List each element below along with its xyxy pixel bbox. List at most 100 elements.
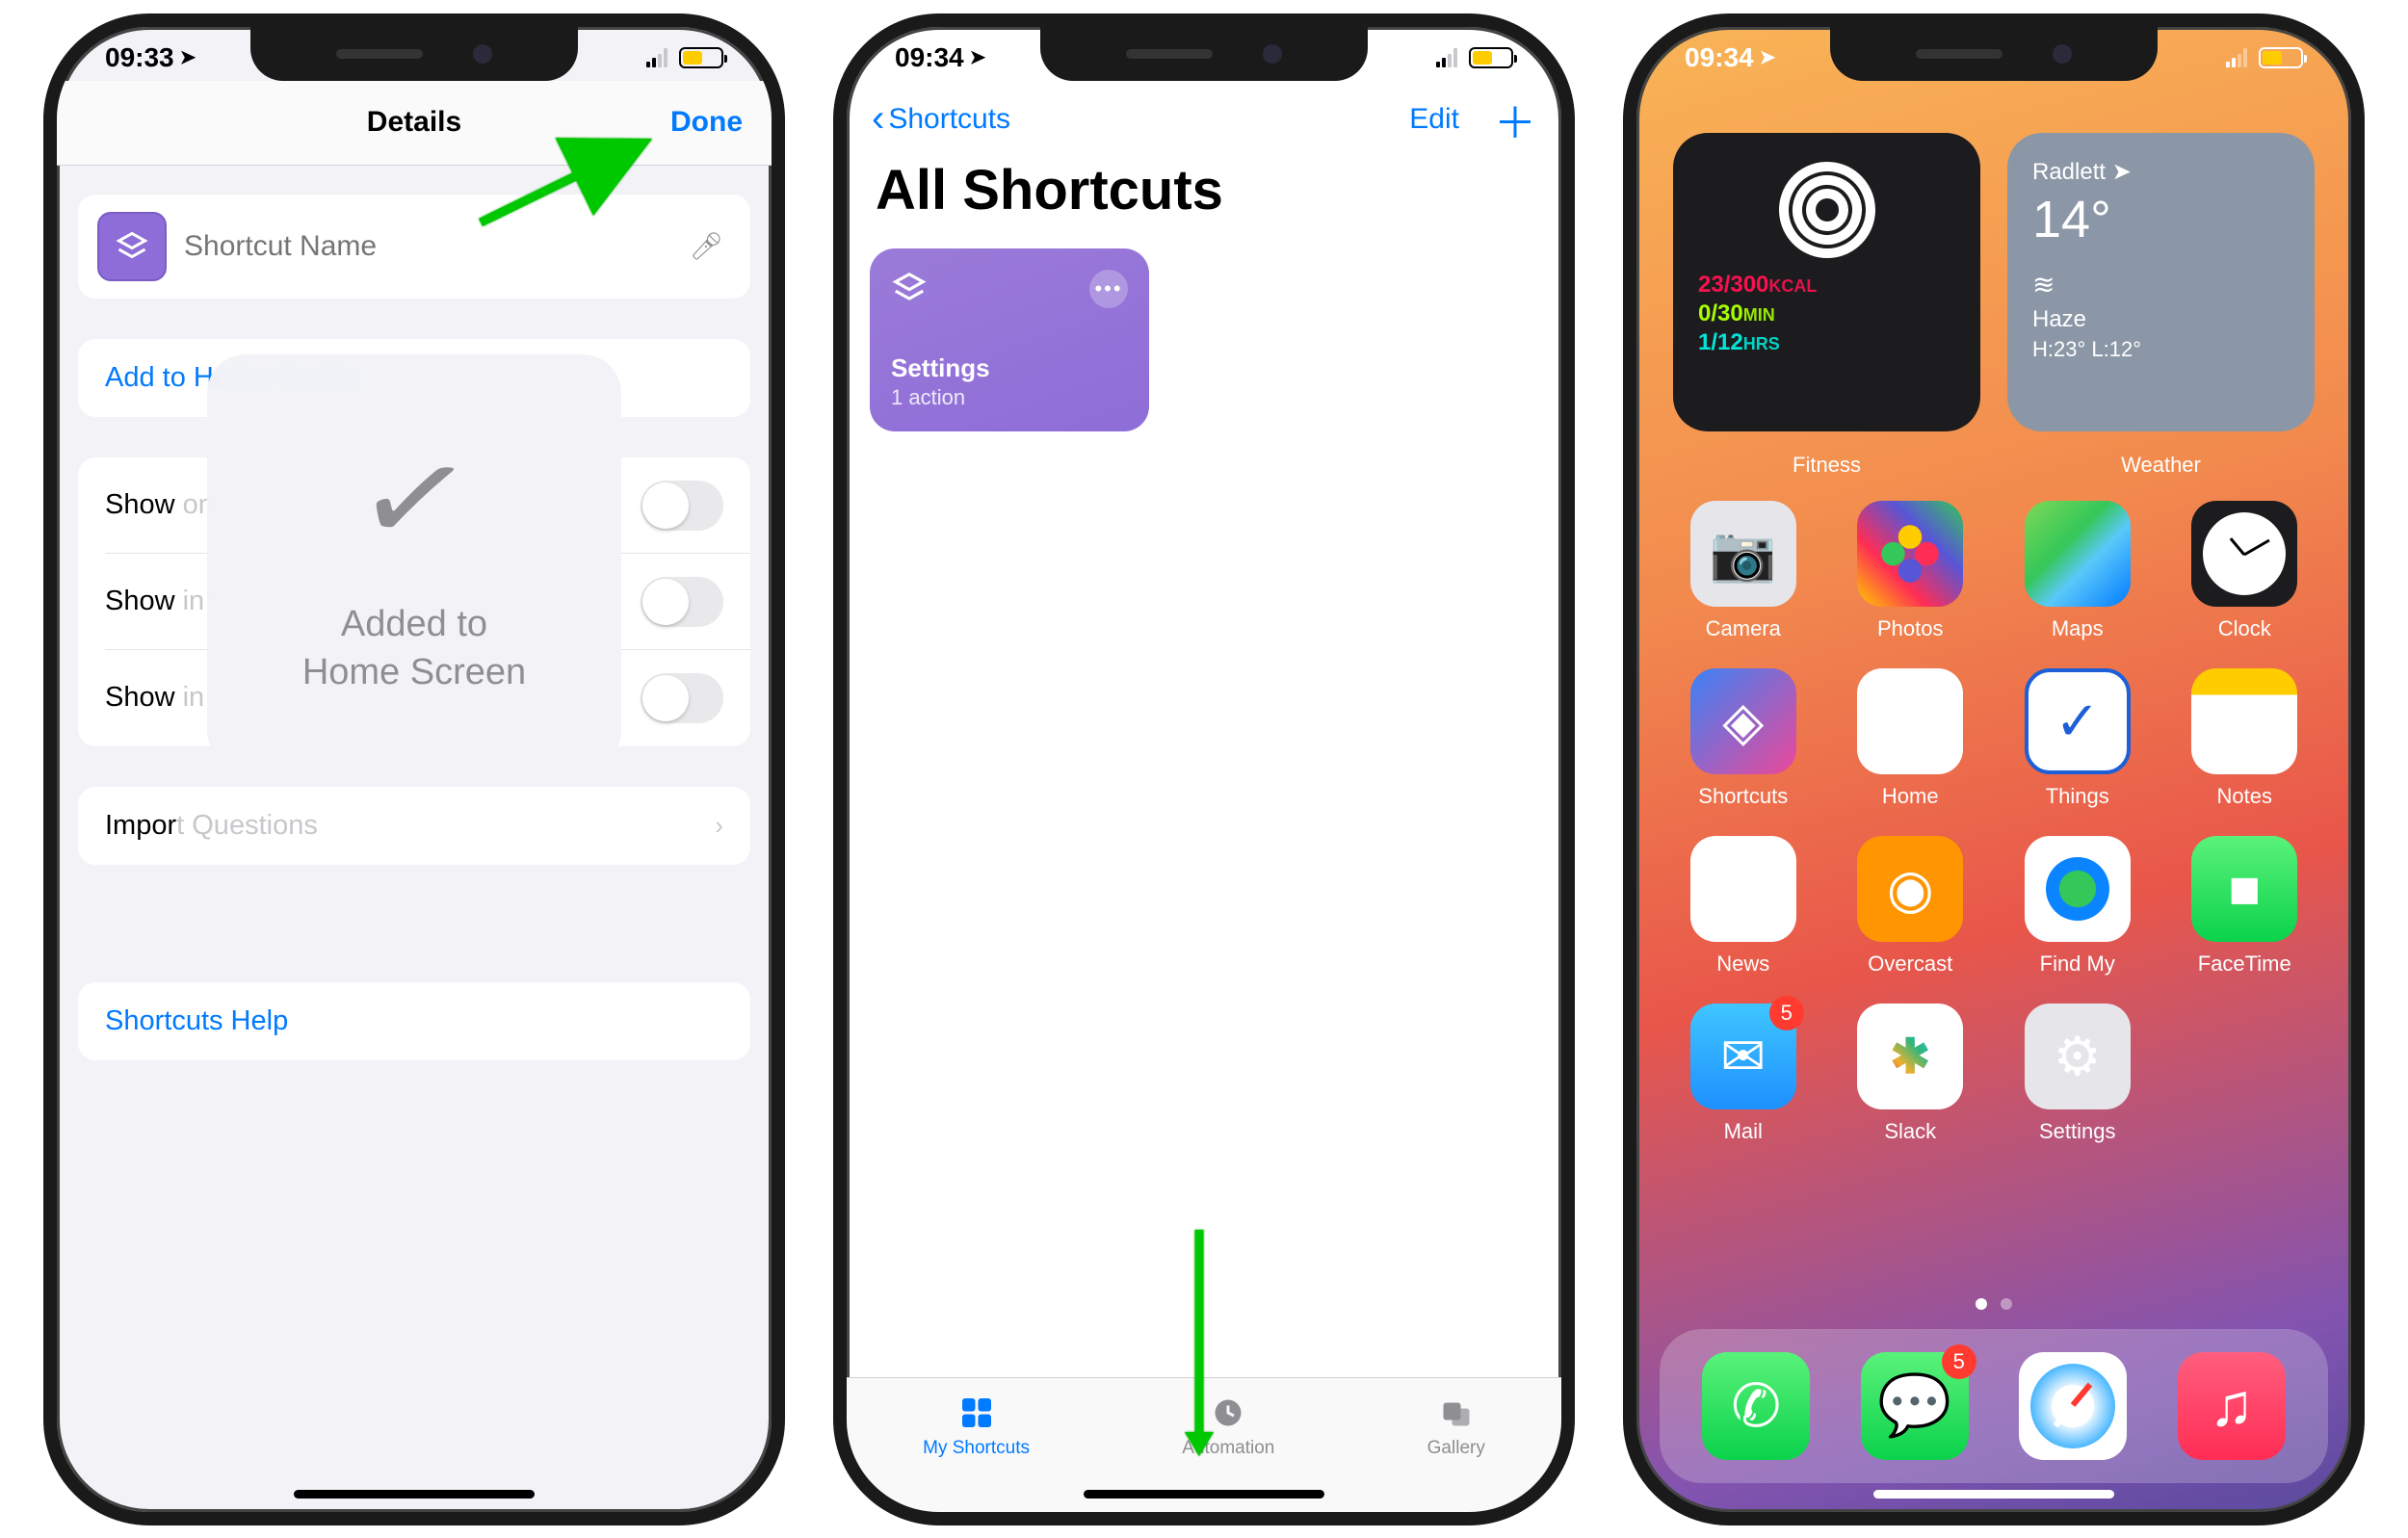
- app-label: Settings: [2039, 1119, 2116, 1144]
- toggle-sleep-mode[interactable]: [641, 673, 723, 723]
- notch: [250, 27, 578, 81]
- app-icon: ■: [2191, 836, 2297, 942]
- app-icon: [2025, 836, 2131, 942]
- annotation-arrow: [471, 131, 664, 242]
- tile-more-button[interactable]: •••: [1089, 270, 1128, 308]
- weather-widget[interactable]: Radlett ➤ 14° ≋ Haze H:23° L:12°: [2007, 133, 2315, 431]
- location-icon: ➤: [180, 45, 196, 69]
- app-label: Clock: [2218, 616, 2271, 641]
- dock-app-phone[interactable]: ✆: [1702, 1352, 1810, 1460]
- import-questions-row[interactable]: Import Questions›: [78, 787, 750, 865]
- phone-home-screen: 09:34➤ 23/300KCAL 0/30MIN 1/12HRS Radlet…: [1623, 13, 2365, 1525]
- chevron-right-icon: ›: [715, 811, 723, 841]
- app-label: Maps: [2052, 616, 2104, 641]
- app-maps[interactable]: Maps: [2007, 501, 2148, 641]
- app-clock[interactable]: Clock: [2175, 501, 2316, 641]
- fitness-label: Fitness: [1673, 453, 1980, 478]
- home-indicator[interactable]: [1084, 1490, 1324, 1499]
- app-label: Notes: [2217, 784, 2272, 809]
- app-home[interactable]: ⌂ Home: [1841, 668, 1981, 809]
- app-label: Home: [1882, 784, 1939, 809]
- navbar: ‹Shortcuts Edit ＋: [847, 81, 1561, 158]
- shortcut-icon: [891, 270, 928, 306]
- annotation-arrow: [1161, 1220, 1238, 1466]
- dock: ✆ 💬5 ♫: [1660, 1329, 2328, 1483]
- status-time: 09:34: [1685, 42, 1754, 73]
- app-icon: 📷: [1690, 501, 1796, 607]
- app-facetime[interactable]: ■ FaceTime: [2175, 836, 2316, 977]
- app-find-my[interactable]: Find My: [2007, 836, 2148, 977]
- dock-app-music[interactable]: ♫: [2178, 1352, 2286, 1460]
- app-label: Slack: [1884, 1119, 1936, 1144]
- battery-icon: [679, 47, 723, 68]
- shortcuts-help-button[interactable]: Shortcuts Help: [78, 982, 750, 1060]
- app-icon: [2191, 668, 2297, 774]
- chevron-left-icon: ‹: [872, 97, 884, 141]
- shortcut-icon[interactable]: [97, 212, 167, 281]
- cellular-icon: [1436, 48, 1457, 67]
- app-icon: [1857, 501, 1963, 607]
- app-grid: 📷Camera Photos Maps Clock ◈Shortcuts ⌂ Home ✓Th…: [1673, 501, 2315, 1144]
- toggle-apple-watch[interactable]: [641, 481, 723, 531]
- shortcut-tile-settings[interactable]: ••• Settings1 action: [870, 248, 1149, 431]
- location-icon: ➤: [1760, 45, 1776, 69]
- grid-icon: [955, 1392, 998, 1434]
- nav-title: Details: [367, 106, 461, 139]
- cellular-icon: [2226, 48, 2247, 67]
- toggle-share-sheet[interactable]: [641, 577, 723, 627]
- navbar: Details Done: [57, 81, 772, 166]
- badge: 5: [1769, 996, 1804, 1030]
- added-toast: ✓ Added toHome Screen: [207, 354, 621, 769]
- notch: [1040, 27, 1368, 81]
- app-label: FaceTime: [2198, 951, 2291, 977]
- done-button[interactable]: Done: [670, 106, 743, 139]
- app-icon: ⌂: [1857, 668, 1963, 774]
- status-time: 09:33: [105, 42, 174, 73]
- app-notes[interactable]: Notes: [2175, 668, 2316, 809]
- app-icon: ◈: [1690, 668, 1796, 774]
- app-icon: [2191, 501, 2297, 607]
- widgets-row: 23/300KCAL 0/30MIN 1/12HRS Radlett ➤ 14°…: [1673, 133, 2315, 431]
- phone-details-screen: 09:33➤ Details Done 🎤︎ Add to Home Scree…: [43, 13, 785, 1525]
- dock-app-messages[interactable]: 💬5: [1861, 1352, 1969, 1460]
- weather-label: Weather: [2007, 453, 2315, 478]
- dock-app-safari[interactable]: [2019, 1352, 2127, 1460]
- app-icon: ◉: [1857, 836, 1963, 942]
- app-label: News: [1716, 951, 1769, 977]
- app-label: Mail: [1724, 1119, 1763, 1144]
- gallery-icon: [1435, 1392, 1478, 1434]
- page-indicator[interactable]: [1976, 1298, 2012, 1310]
- edit-button[interactable]: Edit: [1409, 103, 1459, 136]
- cellular-icon: [646, 48, 667, 67]
- add-button[interactable]: ＋: [1494, 89, 1536, 150]
- app-mail[interactable]: ✉5 Mail: [1673, 1004, 1814, 1144]
- home-indicator[interactable]: [1873, 1490, 2114, 1499]
- back-button[interactable]: ‹Shortcuts: [872, 97, 1010, 141]
- app-icon: ⚙: [2025, 1004, 2131, 1109]
- tab-gallery[interactable]: Gallery: [1427, 1392, 1485, 1459]
- app-icon: N: [1690, 836, 1796, 942]
- location-icon: ➤: [970, 45, 986, 69]
- app-overcast[interactable]: ◉ Overcast: [1841, 836, 1981, 977]
- activity-rings-icon: [1779, 162, 1875, 258]
- app-icon: ✉5: [1690, 1004, 1796, 1109]
- fitness-widget[interactable]: 23/300KCAL 0/30MIN 1/12HRS: [1673, 133, 1980, 431]
- shortcuts-grid: ••• Settings1 action: [870, 248, 1149, 431]
- app-slack[interactable]: ✱Slack: [1841, 1004, 1981, 1144]
- mic-icon[interactable]: 🎤︎: [689, 230, 731, 262]
- home-indicator[interactable]: [294, 1490, 535, 1499]
- battery-icon: [2259, 47, 2303, 68]
- app-news[interactable]: N News: [1673, 836, 1814, 977]
- app-settings[interactable]: ⚙ Settings: [2007, 1004, 2148, 1144]
- app-shortcuts[interactable]: ◈Shortcuts: [1673, 668, 1814, 809]
- app-photos[interactable]: Photos: [1841, 501, 1981, 641]
- app-camera[interactable]: 📷Camera: [1673, 501, 1814, 641]
- app-label: Find My: [2040, 951, 2115, 977]
- phone-shortcuts-list: 09:34➤ ‹Shortcuts Edit ＋ All Shortcuts •…: [833, 13, 1575, 1525]
- app-label: Things: [2046, 784, 2109, 809]
- notch: [1830, 27, 2158, 81]
- tab-my-shortcuts[interactable]: My Shortcuts: [923, 1392, 1030, 1459]
- app-label: Photos: [1877, 616, 1944, 641]
- app-things[interactable]: ✓Things: [2007, 668, 2148, 809]
- app-label: Overcast: [1868, 951, 1952, 977]
